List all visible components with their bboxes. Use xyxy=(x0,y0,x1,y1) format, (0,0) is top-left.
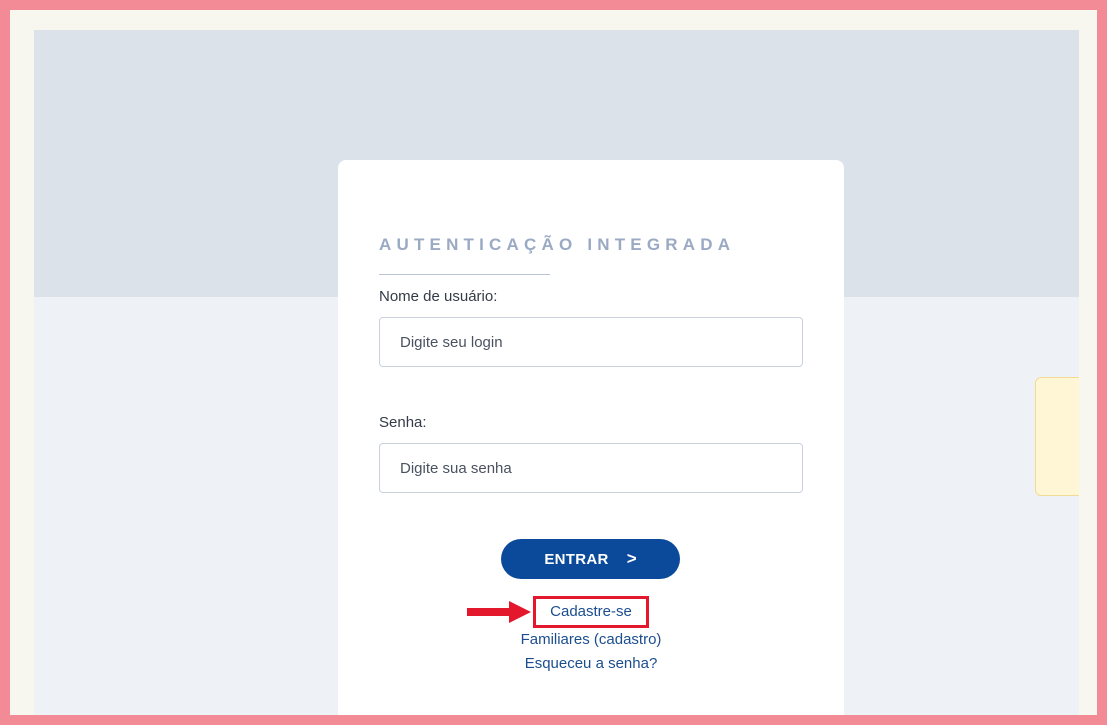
register-link[interactable]: Cadastre-se xyxy=(533,596,649,628)
username-label: Nome de usuário: xyxy=(379,288,498,305)
chevron-right-icon: > xyxy=(626,549,637,568)
password-label: Senha: xyxy=(379,414,427,431)
forgot-password-link[interactable]: Esqueceu a senha? xyxy=(525,652,658,676)
title-underline xyxy=(379,274,550,275)
enter-button[interactable]: ENTRAR > xyxy=(501,539,680,579)
auth-links: Cadastre-se Familiares (cadastro) Esquec… xyxy=(338,596,844,676)
password-input[interactable] xyxy=(379,443,803,493)
username-input[interactable] xyxy=(379,317,803,367)
login-card: AUTENTICAÇÃO INTEGRADA Nome de usuário: … xyxy=(338,160,844,715)
enter-button-label: ENTRAR xyxy=(544,550,609,568)
family-register-link[interactable]: Familiares (cadastro) xyxy=(521,628,662,652)
card-title: AUTENTICAÇÃO INTEGRADA xyxy=(379,235,736,254)
side-notice-panel xyxy=(1035,377,1079,496)
register-link-wrapper: Cadastre-se xyxy=(467,596,649,628)
page-viewport: AUTENTICAÇÃO INTEGRADA Nome de usuário: … xyxy=(34,30,1079,715)
screenshot-frame: AUTENTICAÇÃO INTEGRADA Nome de usuário: … xyxy=(10,10,1097,715)
red-arrow-right-icon xyxy=(467,601,532,623)
